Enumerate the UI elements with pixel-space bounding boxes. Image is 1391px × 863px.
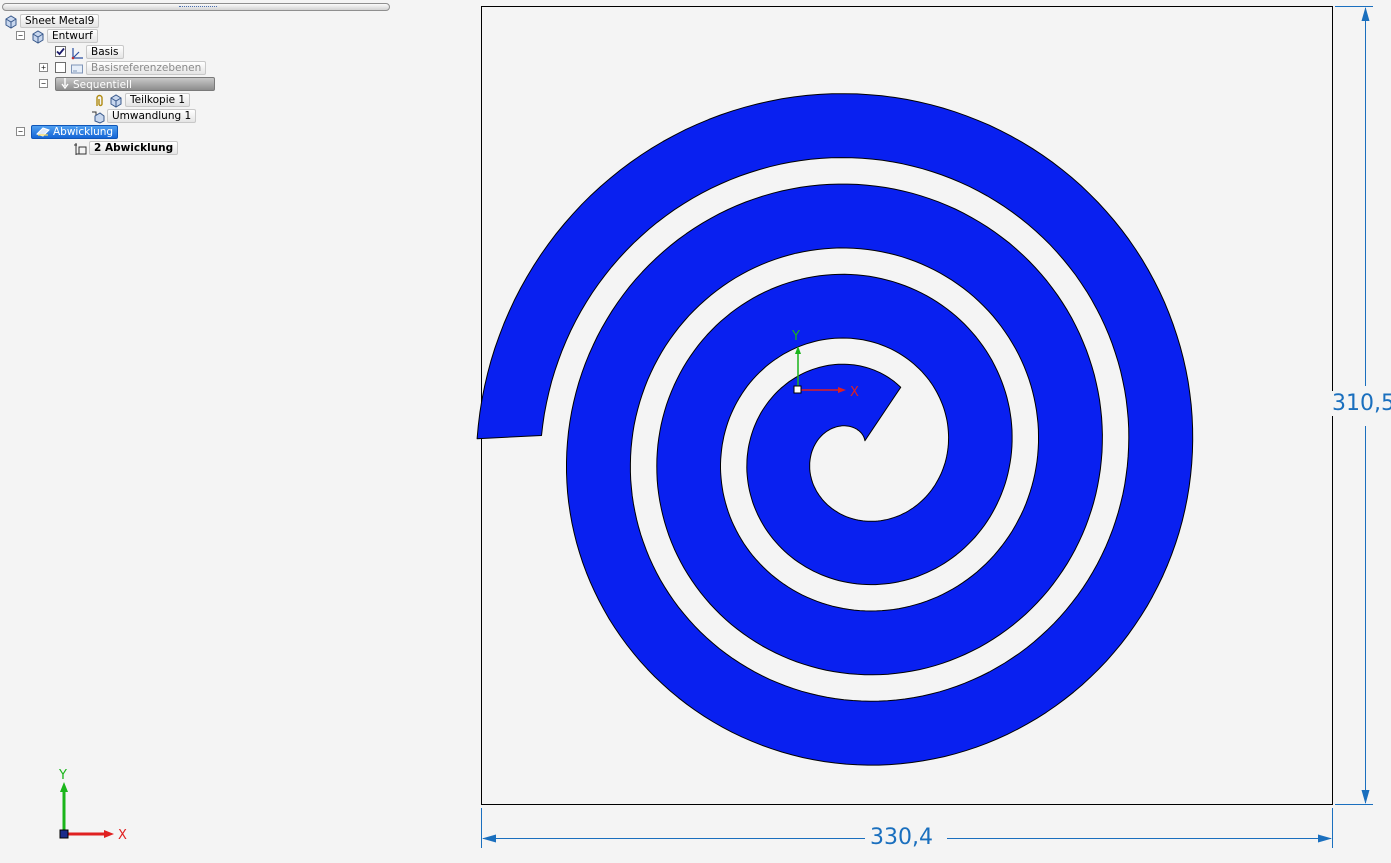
height-dimension-value[interactable]: 310,5: [1329, 391, 1391, 416]
tree-item-umwandlung[interactable]: Umwandlung 1: [91, 108, 197, 124]
spiral-flat-pattern[interactable]: [476, 93, 1194, 766]
feature-tree-panel: Sheet Metal9 − Entwurf Basis + Basisrefe…: [0, 0, 395, 863]
drawing-svg: Y X: [476, 6, 1373, 848]
origin-box: [793, 385, 802, 394]
part-icon: [4, 14, 18, 29]
tree-root-sheet-metal[interactable]: Sheet Metal9: [4, 13, 100, 29]
expand-basisreferenzebenen-toggle[interactable]: +: [39, 63, 48, 72]
width-dimension-value[interactable]: 330,4: [867, 825, 936, 850]
collapse-entwurf-toggle[interactable]: −: [16, 31, 25, 40]
tree-root-label: Sheet Metal9: [20, 13, 100, 28]
triad-x-arrow: [104, 830, 114, 838]
basis-visibility-checkbox[interactable]: [55, 46, 66, 57]
tree-item-entwurf-label: Entwurf: [47, 28, 98, 43]
panel-splitter-handle[interactable]: [2, 3, 390, 11]
paperclip-icon: [93, 93, 107, 107]
triad-origin: [59, 829, 69, 839]
flat-pattern-sheet-icon: [73, 141, 87, 155]
graphics-window[interactable]: Y X 330,4 310,5: [395, 0, 1391, 863]
view-triad: Y X: [58, 768, 127, 843]
origin-y-label: Y: [791, 329, 800, 344]
tree-item-umwandlung-label: Umwandlung 1: [107, 108, 197, 123]
tree-item-sequentiell[interactable]: Sequentiell: [55, 76, 215, 91]
tree-item-abwicklung-child[interactable]: 2 Abwicklung: [73, 140, 179, 155]
part-icon: [31, 29, 45, 44]
height-arrow-bottom: [1361, 790, 1370, 804]
width-arrow-right: [1318, 834, 1332, 843]
tree-item-abwicklung-child-label: 2 Abwicklung: [89, 140, 179, 155]
tree-item-basisreferenzebenen-label: Basisreferenzebenen: [86, 60, 207, 75]
tree-item-basis-label: Basis: [86, 44, 124, 59]
collapse-abwicklung-toggle[interactable]: −: [16, 127, 25, 136]
convert-icon: [91, 109, 105, 124]
tree-item-entwurf[interactable]: Entwurf: [31, 28, 98, 44]
flat-pattern-icon: [36, 127, 50, 137]
tree-item-teilkopie[interactable]: Teilkopie 1: [93, 92, 191, 108]
abwicklung-text: Abwicklung: [53, 125, 114, 138]
collapse-sequentiell-toggle[interactable]: −: [39, 79, 48, 88]
height-arrow-top: [1361, 7, 1370, 21]
tree-item-basis[interactable]: Basis: [55, 44, 124, 59]
splitter-grip: [179, 6, 217, 9]
sequentiell-text: Sequentiell: [73, 78, 132, 91]
sequence-icon: [61, 77, 69, 89]
part-copy-icon: [109, 93, 123, 108]
triad-y-label: Y: [58, 768, 67, 783]
basisreferenzebenen-visibility-checkbox[interactable]: [55, 62, 66, 73]
width-arrow-left: [482, 834, 496, 843]
tree-item-basisreferenzebenen[interactable]: Basisreferenzebenen: [55, 60, 207, 75]
triad-x-label: X: [118, 828, 127, 843]
triad-y-arrow: [60, 782, 68, 792]
origin-x-label: X: [850, 385, 859, 400]
coordinate-system-icon: [70, 45, 84, 59]
tree-item-abwicklung[interactable]: Abwicklung: [31, 124, 119, 139]
tree-item-sequentiell-label: Sequentiell: [55, 76, 215, 91]
reference-planes-icon: [70, 61, 84, 75]
tree-item-abwicklung-label: Abwicklung: [31, 124, 119, 139]
tree-item-teilkopie-label: Teilkopie 1: [125, 92, 191, 107]
